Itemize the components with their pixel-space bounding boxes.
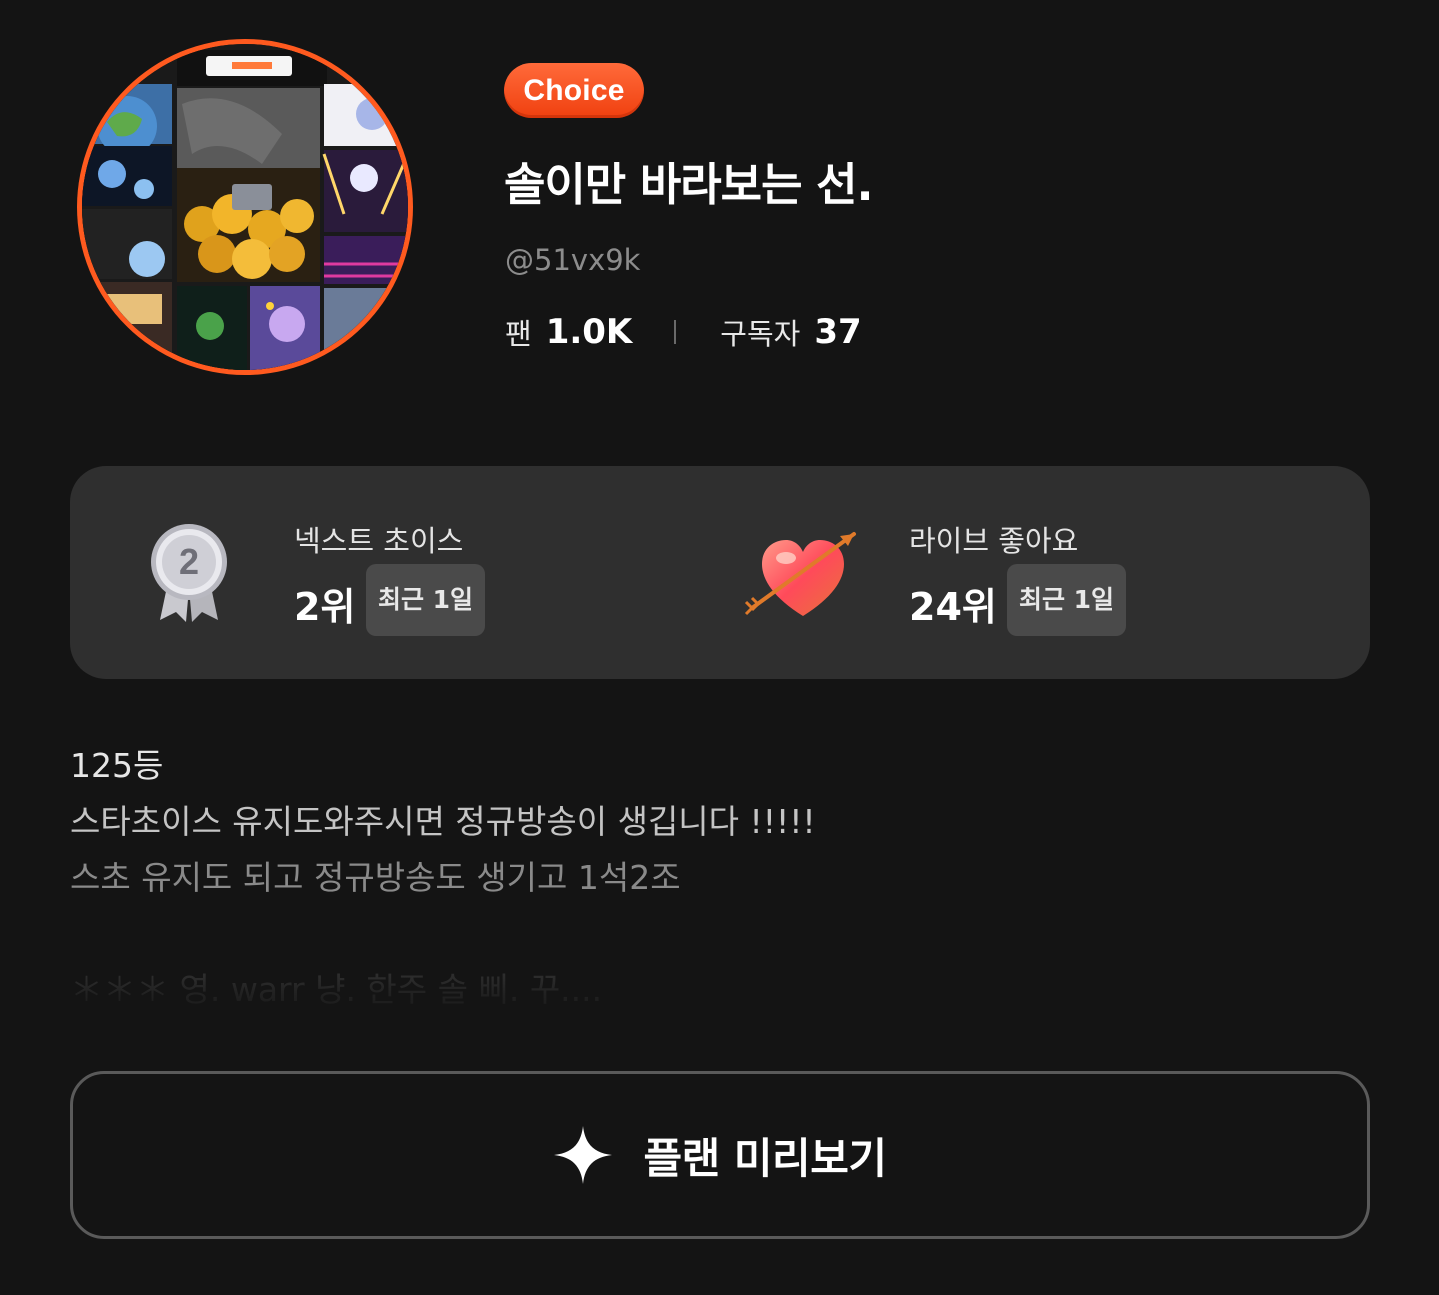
description-line: 스타초이스 유지도와주시면 정규방송이 생깁니다 !!!!! bbox=[70, 802, 816, 841]
ranking-title: 넥스트 초이스 bbox=[294, 524, 464, 558]
creator-description[interactable]: 125등 스타초이스 유지도와주시면 정규방송이 생깁니다 !!!!! 스초 유… bbox=[70, 738, 1360, 1018]
period-chip: 최근 1일 bbox=[366, 564, 485, 636]
svg-text:2: 2 bbox=[179, 541, 199, 582]
avatar-image bbox=[82, 44, 408, 370]
ranking-title: 라이브 좋아요 bbox=[909, 524, 1079, 558]
ranking-position: 2위 bbox=[294, 585, 356, 629]
plan-preview-button[interactable]: 플랜 미리보기 bbox=[70, 1071, 1370, 1239]
ranking-position: 24위 bbox=[909, 585, 997, 629]
avatar[interactable] bbox=[77, 39, 413, 375]
silver-medal-2-icon: 2 bbox=[151, 524, 227, 622]
creator-name: 솔이만 바라보는 선. bbox=[504, 158, 874, 211]
fans-count[interactable]: 1.0K bbox=[546, 312, 633, 352]
avatar-collage-image bbox=[82, 44, 408, 370]
ranking-live-likes[interactable]: 라이브 좋아요 24위 최근 1일 bbox=[710, 466, 1330, 679]
creator-stats: 팬 1.0K 구독자 37 bbox=[505, 310, 862, 354]
description-line: 125등 bbox=[70, 746, 164, 785]
ranking-next-choice[interactable]: 2 넥스트 초이스 2위 최근 1일 bbox=[70, 466, 690, 679]
fans-label: 팬 bbox=[505, 317, 532, 351]
heart-arrow-icon bbox=[744, 532, 856, 616]
ranking-card: 2 넥스트 초이스 2위 최근 1일 라이브 좋아요 24위 최근 1일 bbox=[70, 466, 1370, 679]
subscribers-label: 구독자 bbox=[720, 317, 801, 351]
plan-preview-label: 플랜 미리보기 bbox=[643, 1133, 887, 1183]
subscribers-count[interactable]: 37 bbox=[814, 312, 861, 352]
creator-profile-page: Choice 솔이만 바라보는 선. @51vx9k 팬 1.0K 구독자 37… bbox=[0, 0, 1439, 1295]
choice-badge: Choice bbox=[504, 63, 644, 118]
description-line: ＊＊＊ 영. warr 냥. 한주 솔 삐. 꾸.... bbox=[70, 970, 603, 1009]
sparkle-icon bbox=[553, 1126, 612, 1184]
creator-handle: @51vx9k bbox=[505, 243, 641, 277]
stats-divider bbox=[674, 320, 677, 344]
period-chip: 최근 1일 bbox=[1007, 564, 1126, 636]
description-line: 스초 유지도 되고 정규방송도 생기고 1석2조 bbox=[70, 858, 681, 897]
